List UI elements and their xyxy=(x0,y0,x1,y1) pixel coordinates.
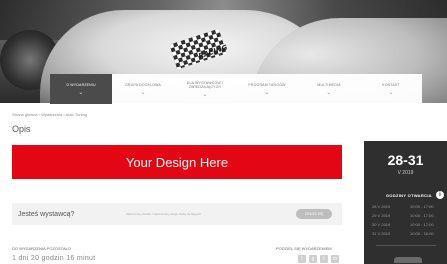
main-nav: O WYDARZENIU ⌄ GRUPA DOCELOWA ⌄ DLA WYST… xyxy=(50,74,422,104)
hours-time: 10:00 - 16:00 xyxy=(410,231,434,236)
hours-time: 10:00 - 17:00 xyxy=(410,213,434,218)
nav-item-label: DLA WYSTAWCÓW I ZWIEDZAJĄCYCH xyxy=(186,80,224,89)
facebook-icon[interactable]: f xyxy=(298,255,306,263)
hours-day: 30 V 2019 xyxy=(372,222,391,227)
chevron-down-icon: ⌄ xyxy=(388,89,394,96)
google-plus-icon[interactable]: g xyxy=(309,255,317,263)
hours-day: 31 V 2019 xyxy=(372,231,391,236)
exhibitor-callout: Jesteś wystawcą? Zarezerwuj stoisko i za… xyxy=(12,203,342,225)
sidebar-divider xyxy=(376,245,436,246)
chevron-down-icon: ⌄ xyxy=(78,89,84,96)
chevron-down-icon: ⌄ xyxy=(326,89,332,96)
nav-item-grupa-docelowa[interactable]: GRUPA DOCELOWA ⌄ xyxy=(112,74,174,104)
event-dates: 28-31 xyxy=(387,152,424,168)
page-title: Opis xyxy=(12,124,31,134)
nav-item-label: MULTIMEDIA xyxy=(317,82,341,87)
twitter-icon[interactable]: t xyxy=(320,255,328,263)
chevron-down-icon: ⌄ xyxy=(264,89,270,96)
nav-item-program-targow[interactable]: PROGRAM TARGÓW ⌄ xyxy=(236,74,298,104)
event-month: V 2019 xyxy=(397,170,414,176)
nav-item-o-wydarzeniu[interactable]: O WYDARZENIU ⌄ xyxy=(50,74,112,104)
info-icon[interactable]: i xyxy=(436,191,444,199)
email-icon[interactable]: m xyxy=(331,255,339,263)
ad-banner[interactable]: Your Design Here xyxy=(12,145,342,179)
share-icons: f g t m xyxy=(298,255,339,263)
share-label: PODZIEL SIĘ WYDARZENIEM xyxy=(276,246,332,251)
exhibitor-question: Jesteś wystawcą? xyxy=(18,210,75,218)
countdown-value: 1 dni 20 godzin 16 minut xyxy=(12,255,96,262)
nav-item-label: PROGRAM TARGÓW xyxy=(248,82,286,87)
breadcrumb[interactable]: Strona główna › Wydarzenia › Auto Tuning xyxy=(12,112,87,117)
nav-item-label: O WYDARZENIU xyxy=(66,82,96,87)
opening-hours-title: GODZINY OTWARCIA xyxy=(386,193,432,198)
hours-row: 31 V 2019 10:00 - 16:00 xyxy=(372,231,447,236)
chevron-down-icon: ⌄ xyxy=(140,89,146,96)
banner-text: Your Design Here xyxy=(125,154,229,170)
nav-item-label: GRUPA DOCELOWA xyxy=(124,82,162,87)
countdown-label: DO WYDARZENIA POZOSTAŁO xyxy=(12,246,71,251)
nav-item-multimedia[interactable]: MULTIMEDIA ⌄ xyxy=(298,74,360,104)
nav-item-dla-wystawcow[interactable]: DLA WYSTAWCÓW I ZWIEDZAJĄCYCH ⌄ xyxy=(174,74,236,104)
hours-day: 28 V 2019 xyxy=(372,204,391,209)
hours-time: 10:00 - 17:00 xyxy=(410,222,434,227)
nav-item-kontakt[interactable]: KONTAKT ⌄ xyxy=(360,74,422,104)
hours-time: 10:00 - 17:00 xyxy=(410,204,434,209)
event-sidebar: 28-31 V 2019 GODZINY OTWARCIA i 28 V 201… xyxy=(364,141,447,264)
chevron-down-icon: ⌄ xyxy=(202,91,208,98)
hours-row: 30 V 2019 10:00 - 17:00 xyxy=(372,222,447,227)
sidebar-button[interactable] xyxy=(394,257,422,263)
hours-day: 29 V 2019 xyxy=(372,213,391,218)
hours-row: 28 V 2019 10:00 - 17:00 xyxy=(372,204,447,209)
hours-row: 29 V 2019 10:00 - 17:00 xyxy=(372,213,447,218)
nav-item-label: KONTAKT xyxy=(382,82,400,87)
exhibitor-signup-button[interactable]: ZGŁOŚ SIĘ xyxy=(296,209,332,219)
exhibitor-description: Zarezerwuj stoisko i zaprezentuj swoją o… xyxy=(126,212,201,216)
